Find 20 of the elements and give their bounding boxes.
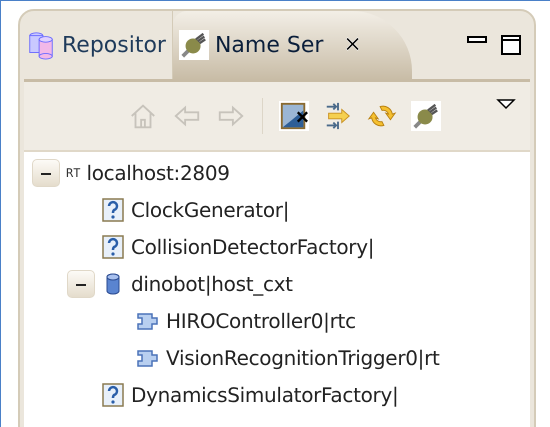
close-icon[interactable]: ✕ xyxy=(343,32,362,58)
maximize-icon[interactable] xyxy=(500,34,522,56)
view-tab[interactable]: Name Ser ✕ xyxy=(172,11,412,79)
tree-item[interactable]: DynamicsSimulatorFactory| xyxy=(131,382,398,406)
tree-item[interactable]: CollisionDetectorFactory| xyxy=(131,234,374,258)
tree-item[interactable]: HIROController0|rtc xyxy=(166,308,356,332)
question-mark-icon xyxy=(101,382,125,406)
tree-item[interactable]: VisionRecognitionTrigger0|rt xyxy=(166,346,440,370)
tree-item[interactable]: localhost:2809 xyxy=(86,160,230,184)
tree-item[interactable]: dinobot|host_cxt xyxy=(131,272,293,296)
collapse-toggle[interactable] xyxy=(67,270,95,298)
plug-icon xyxy=(411,101,441,131)
plug-icon xyxy=(178,30,209,60)
picture-cross-icon xyxy=(279,101,309,131)
tree-item[interactable]: ClockGenerator| xyxy=(131,198,290,222)
question-mark-icon xyxy=(101,234,125,258)
collapse-toggle[interactable] xyxy=(32,158,60,186)
rt-label: RT xyxy=(66,166,80,180)
question-mark-icon xyxy=(101,198,125,222)
dropdown-icon[interactable] xyxy=(496,98,516,110)
